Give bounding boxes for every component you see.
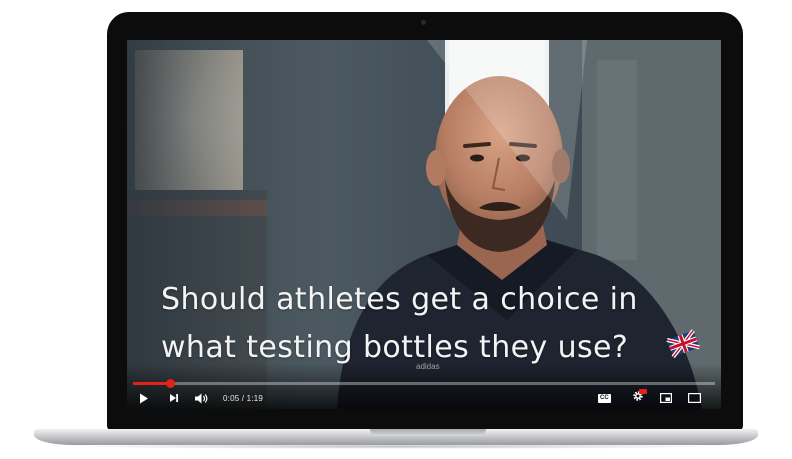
miniplayer-button[interactable] <box>660 389 672 407</box>
scrubber-handle[interactable] <box>165 379 175 388</box>
closed-captions-icon: CC <box>598 393 611 403</box>
volume-button[interactable] <box>195 389 209 407</box>
theater-mode-icon <box>688 393 701 403</box>
play-button[interactable] <box>139 389 149 407</box>
captions-button[interactable]: CC <box>598 389 611 407</box>
laptop-base <box>34 429 758 445</box>
next-icon <box>170 394 178 402</box>
settings-button[interactable] <box>632 389 647 407</box>
gear-icon-wrapper <box>632 389 647 407</box>
time-display: 0:05 / 1:19 <box>223 393 264 403</box>
play-icon <box>140 393 148 403</box>
progress-played <box>133 382 170 385</box>
caption-line-2: what testing bottles they use? <box>161 330 629 365</box>
caption-line-1: Should athletes get a choice in <box>161 282 638 317</box>
theater-mode-button[interactable] <box>688 389 701 407</box>
hd-badge <box>639 389 647 394</box>
next-button[interactable] <box>169 389 179 407</box>
webcam <box>421 20 426 25</box>
lid-opening-notch <box>370 429 486 436</box>
miniplayer-icon <box>660 393 672 403</box>
subtitle-caption: Should athletes get a choice in what tes… <box>161 276 721 372</box>
video-player[interactable]: adidas Should athletes get a choice in w… <box>127 40 721 409</box>
volume-icon <box>195 393 208 403</box>
player-controls: 0:05 / 1:19 CC <box>127 389 721 407</box>
progress-bar[interactable] <box>133 379 715 388</box>
